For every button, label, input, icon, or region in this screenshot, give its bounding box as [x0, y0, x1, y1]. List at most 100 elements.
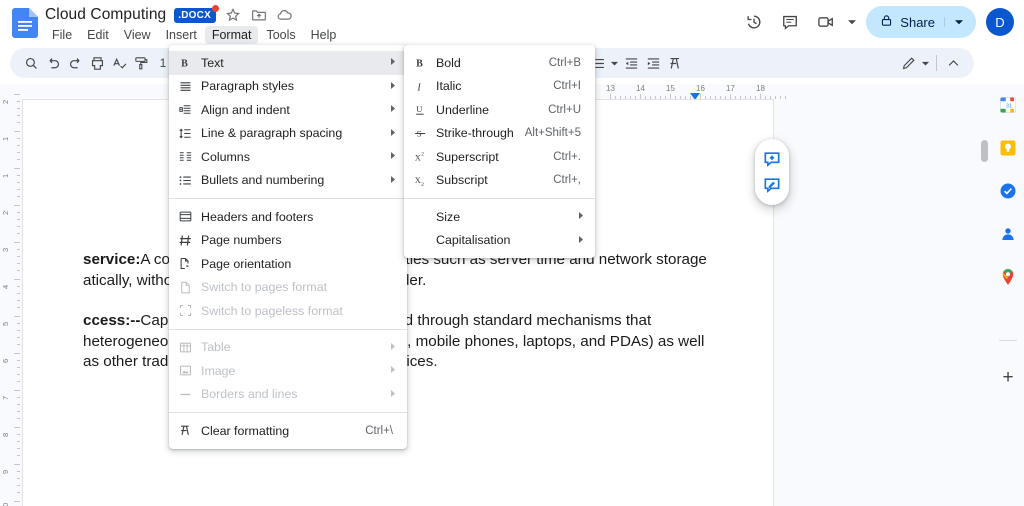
text-submenu-item-italic[interactable]: IItalicCtrl+I: [404, 75, 595, 99]
increase-indent-icon[interactable]: [642, 52, 664, 74]
format-menu-item-clear-formatting[interactable]: Clear formattingCtrl+\: [169, 419, 407, 443]
add-comment-icon[interactable]: [762, 149, 782, 169]
floating-action-toolbar: [755, 139, 789, 205]
format-menu-item-label: Bullets and numbering: [201, 173, 390, 187]
vruler-tick: [17, 381, 20, 382]
hruler-tick: [630, 96, 631, 99]
menu-tools[interactable]: Tools: [259, 26, 302, 44]
vruler-tick: [17, 122, 20, 123]
file-type-badge[interactable]: .DOCX: [174, 8, 216, 23]
format-menu-item-headers-and-footers[interactable]: Headers and footers: [169, 205, 407, 229]
move-to-folder-icon[interactable]: [250, 6, 268, 24]
google-calendar-icon[interactable]: 31: [999, 96, 1017, 114]
cloud-saved-icon[interactable]: [276, 6, 294, 24]
comment-history-icon[interactable]: [774, 6, 806, 38]
clear-formatting-icon[interactable]: [664, 52, 686, 74]
side-panel: 31 +: [994, 84, 1024, 506]
svg-text:X: X: [414, 154, 420, 163]
right-indent-marker[interactable]: [690, 93, 700, 100]
vruler-label: 5: [1, 322, 10, 326]
document-title-row: Cloud Computing .DOCX: [45, 6, 294, 24]
header-actions: Share D: [738, 6, 1014, 38]
svg-text:31: 31: [1006, 103, 1012, 109]
spelling-check-icon[interactable]: [108, 52, 130, 74]
menu-file[interactable]: File: [45, 26, 79, 44]
collapse-toolbar-icon[interactable]: [942, 52, 964, 74]
paragraph-styles-icon: [169, 79, 201, 94]
vruler-tick: [14, 464, 20, 465]
video-camera-icon[interactable]: [810, 6, 842, 38]
editing-mode-pencil-icon[interactable]: [897, 52, 919, 74]
headers-footers-icon: [169, 209, 201, 224]
unsaved-indicator-dot: [212, 5, 219, 12]
format-menu-item-text[interactable]: BText: [169, 51, 407, 75]
meet-dropdown-caret-icon[interactable]: [846, 11, 858, 33]
paint-format-icon[interactable]: [130, 52, 152, 74]
numbered-list-dropdown-caret-icon[interactable]: [608, 52, 620, 74]
text-submenu-item-label: Underline: [436, 103, 548, 117]
text-submenu-item-bold[interactable]: BBoldCtrl+B: [404, 51, 595, 75]
menu-edit[interactable]: Edit: [80, 26, 116, 44]
print-icon[interactable]: [86, 52, 108, 74]
text-submenu-item-label: Superscript: [436, 150, 553, 164]
format-menu-item-paragraph-styles[interactable]: Paragraph styles: [169, 75, 407, 99]
chevron-right-icon: [390, 104, 397, 115]
redo-icon[interactable]: [64, 52, 86, 74]
vruler-tick: [17, 360, 20, 361]
vruler-tick: [17, 323, 20, 324]
vruler-tick: [17, 249, 20, 250]
text-submenu-item-size[interactable]: Size: [404, 205, 595, 229]
text-submenu[interactable]: BBoldCtrl+BIItalicCtrl+IUUnderlineCtrl+U…: [404, 45, 595, 258]
menu-help[interactable]: Help: [304, 26, 344, 44]
text-submenu-item-strike-through[interactable]: SStrike-throughAlt+Shift+5: [404, 122, 595, 146]
vruler-tick: [17, 411, 20, 412]
format-menu-item-line-paragraph-spacing[interactable]: Line & paragraph spacing: [169, 122, 407, 146]
search-icon[interactable]: [20, 52, 42, 74]
menu-format[interactable]: Format: [205, 26, 259, 44]
star-icon[interactable]: [224, 6, 242, 24]
vruler-label: 7: [1, 396, 10, 400]
format-menu-item-page-orientation[interactable]: Page orientation: [169, 252, 407, 276]
share-dropdown-caret-icon[interactable]: [944, 17, 964, 27]
page-title[interactable]: Cloud Computing: [45, 6, 166, 24]
paragraph-1-bold-lead: service:: [83, 251, 140, 268]
hruler-tick: [685, 96, 686, 99]
format-menu-item-bullets-and-numbering[interactable]: Bullets and numbering: [169, 169, 407, 193]
format-menu[interactable]: BText Paragraph styles Align and indentLin…: [169, 45, 407, 449]
text-submenu-item-label: Size: [436, 210, 578, 224]
menu-insert[interactable]: Insert: [159, 26, 204, 44]
share-button[interactable]: Share: [866, 6, 976, 38]
add-app-plus-icon[interactable]: +: [997, 367, 1019, 389]
vruler-tick: [17, 330, 20, 331]
chevron-right-icon: [578, 235, 585, 246]
side-panel-divider: [999, 340, 1017, 341]
text-submenu-item-subscript[interactable]: X2SubscriptCtrl+,: [404, 169, 595, 193]
avatar[interactable]: D: [986, 8, 1014, 36]
text-submenu-item-superscript[interactable]: X2SuperscriptCtrl+.: [404, 145, 595, 169]
vruler-tick: [17, 418, 20, 419]
hruler-tick: [760, 94, 761, 99]
text-submenu-item-shortcut: Ctrl+I: [553, 80, 585, 92]
vertical-scrollbar-thumb[interactable]: [981, 140, 988, 162]
format-menu-item-label: Paragraph styles: [201, 79, 390, 93]
google-maps-icon[interactable]: [999, 268, 1017, 286]
text-submenu-item-underline[interactable]: UUnderlineCtrl+U: [404, 98, 595, 122]
vruler-tick: [17, 344, 20, 345]
suggest-edit-icon[interactable]: [762, 175, 782, 195]
decrease-indent-icon[interactable]: [620, 52, 642, 74]
format-menu-item-columns[interactable]: Columns: [169, 145, 407, 169]
format-menu-item-align-and-indent[interactable]: Align and indent: [169, 98, 407, 122]
menu-view[interactable]: View: [117, 26, 158, 44]
text-submenu-item-capitalisation[interactable]: Capitalisation: [404, 229, 595, 253]
page-orientation-icon: [169, 256, 201, 271]
google-tasks-icon[interactable]: [999, 182, 1017, 200]
version-history-icon[interactable]: [738, 6, 770, 38]
google-keep-icon[interactable]: [999, 139, 1017, 157]
undo-icon[interactable]: [42, 52, 64, 74]
format-menu-item-page-numbers[interactable]: Page numbers: [169, 229, 407, 253]
vertical-ruler[interactable]: 21123456789101112: [0, 84, 22, 506]
editing-mode-dropdown-caret-icon[interactable]: [919, 52, 931, 74]
google-contacts-icon[interactable]: [999, 225, 1017, 243]
bold-text-icon: B: [169, 55, 201, 70]
vruler-tick: [17, 293, 20, 294]
